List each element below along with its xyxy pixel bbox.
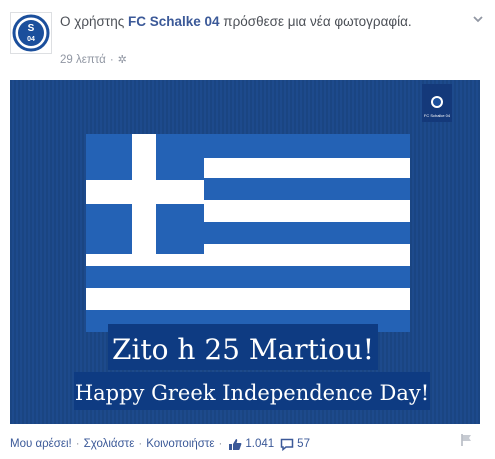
schalke-logo-icon: S 04 <box>12 14 50 52</box>
chevron-down-icon[interactable] <box>471 12 485 26</box>
like-count[interactable]: 1.041 <box>228 438 274 451</box>
header-prefix: Ο χρήστης <box>60 14 128 29</box>
post-photo[interactable]: FC Schalke 04 Zito h 25 Martiou! Happy G… <box>10 80 480 424</box>
page-avatar[interactable]: S 04 <box>10 12 52 54</box>
comment-count[interactable]: 57 <box>280 438 310 451</box>
comment-count-value: 57 <box>297 438 310 450</box>
header-suffix: πρόσθεσε μια νέα φωτογραφία. <box>219 14 412 29</box>
photo-sub-text: Happy Greek Independence Day! <box>75 381 429 405</box>
page-name-link[interactable]: FC Schalke 04 <box>128 14 220 29</box>
post-card: S 04 Ο χρήστης FC Schalke 04 πρόσθεσε μι… <box>0 0 495 459</box>
corner-logo: FC Schalke 04 <box>422 84 452 122</box>
post-meta: 29 λεπτά · ✲ <box>60 53 127 67</box>
comment-link[interactable]: Σχολιάστε <box>84 438 135 450</box>
meta-dot: · <box>109 53 114 66</box>
post-timestamp[interactable]: 29 λεπτά <box>60 54 106 66</box>
svg-text:04: 04 <box>27 36 35 43</box>
greek-flag-image: FC Schalke 04 Zito h 25 Martiou! Happy G… <box>10 80 480 424</box>
post-actions: Μου αρέσει! · Σχολιάστε · Κοινοποιήστε ·… <box>10 435 480 453</box>
corner-logo-text: FC Schalke 04 <box>424 113 451 118</box>
comment-icon <box>280 438 294 451</box>
photo-main-text: Zito h 25 Martiou! <box>112 333 374 366</box>
action-sep: · <box>75 438 80 450</box>
share-link[interactable]: Κοινοποιήστε <box>146 438 214 450</box>
like-link[interactable]: Μου αρέσει! <box>10 438 72 450</box>
action-sep: · <box>138 438 143 450</box>
like-count-value: 1.041 <box>245 438 275 450</box>
post-header: Ο χρήστης FC Schalke 04 πρόσθεσε μια νέα… <box>60 12 460 31</box>
gear-icon[interactable]: ✲ <box>118 53 127 66</box>
svg-text:S: S <box>28 23 35 34</box>
action-sep: · <box>218 438 223 450</box>
report-flag-icon[interactable] <box>459 433 473 447</box>
thumbs-up-icon <box>229 438 242 450</box>
